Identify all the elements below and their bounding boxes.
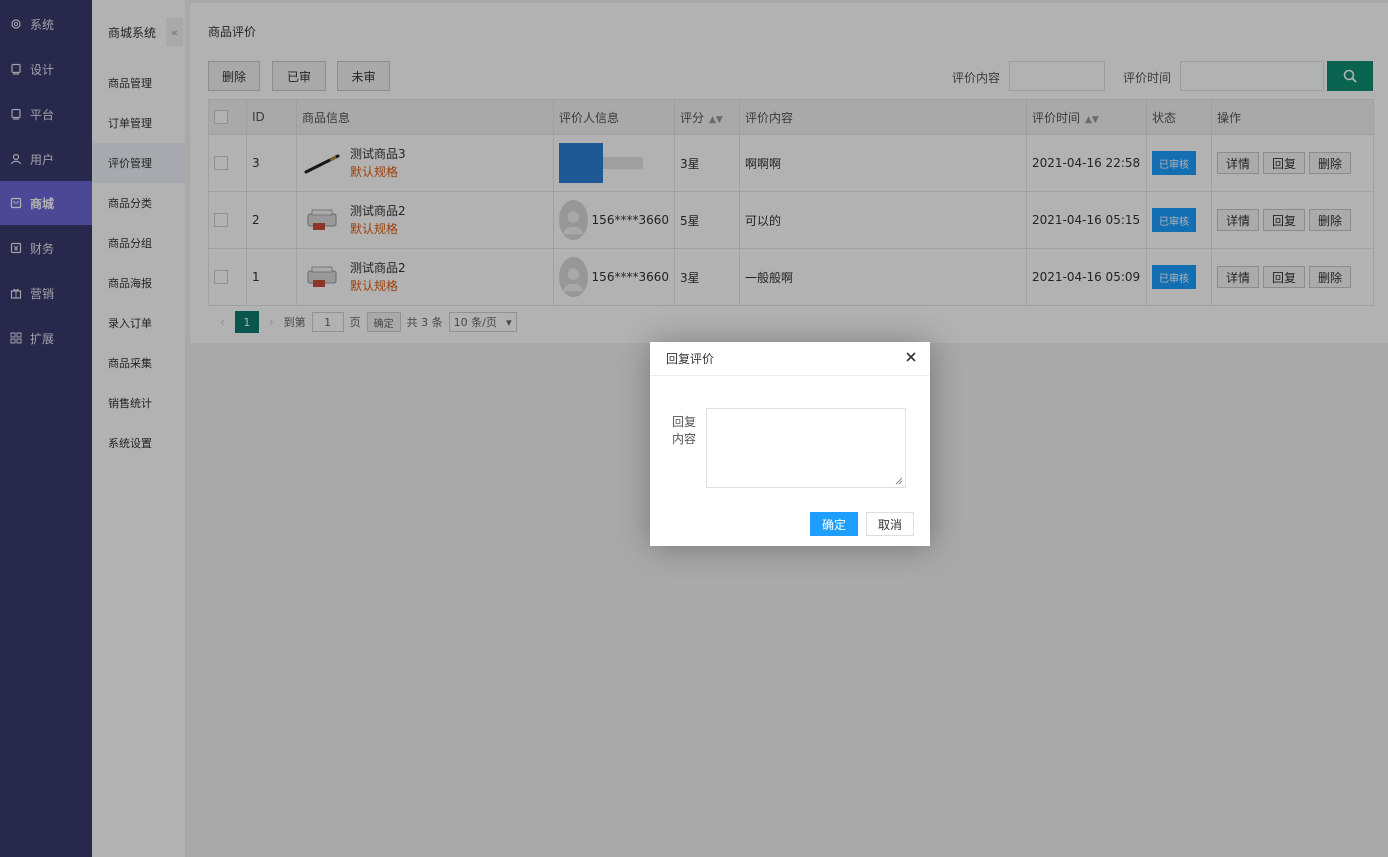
reply-content-textarea[interactable] xyxy=(706,408,906,488)
reply-content-label: 回复内容 xyxy=(672,415,697,446)
close-icon[interactable] xyxy=(904,350,918,364)
modal-header: 回复评价 xyxy=(650,342,930,376)
cancel-button[interactable]: 取消 xyxy=(866,512,914,536)
modal-title: 回复评价 xyxy=(666,352,715,366)
reply-modal: 回复评价 回复内容 确定 取消 xyxy=(650,342,930,546)
resize-handle-icon[interactable] xyxy=(895,477,903,485)
confirm-button[interactable]: 确定 xyxy=(810,512,858,536)
